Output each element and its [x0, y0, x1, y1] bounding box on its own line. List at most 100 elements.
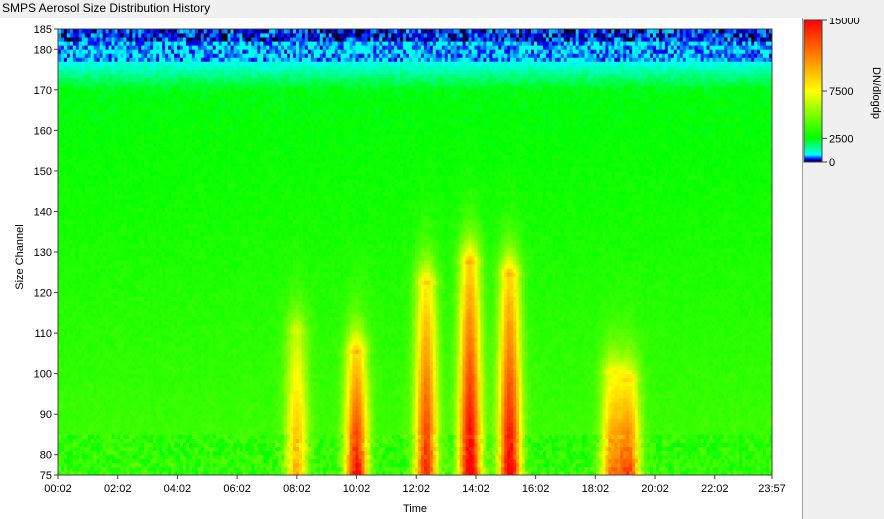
heatmap-cell — [67, 57, 70, 61]
heatmap-cell — [91, 280, 94, 284]
heatmap-cell — [82, 439, 85, 443]
heatmap-cell — [171, 459, 174, 463]
heatmap-cell — [120, 114, 123, 118]
heatmap-cell — [106, 256, 109, 260]
heatmap-cell — [189, 118, 192, 122]
heatmap-cell — [109, 138, 112, 142]
heatmap-cell — [165, 467, 168, 471]
heatmap-cell — [88, 94, 91, 98]
heatmap-cell — [106, 33, 109, 37]
heatmap-cell — [138, 329, 141, 333]
heatmap-cell — [67, 280, 70, 284]
heatmap-cell — [189, 272, 192, 276]
heatmap-cell — [112, 74, 115, 78]
heatmap-cell — [103, 374, 106, 378]
heatmap-cell — [88, 297, 91, 301]
heatmap-cell — [138, 374, 141, 378]
heatmap-cell — [126, 94, 129, 98]
heatmap-cell — [141, 207, 144, 211]
heatmap-cell — [109, 434, 112, 438]
heatmap-cell — [79, 151, 82, 155]
heatmap-cell — [109, 207, 112, 211]
heatmap-cell — [162, 293, 165, 297]
heatmap-cell — [109, 102, 112, 106]
heatmap-cell — [159, 29, 162, 33]
heatmap-cell — [171, 434, 174, 438]
heatmap-cell — [94, 110, 97, 114]
heatmap-cell — [156, 353, 159, 357]
heatmap-cell — [141, 353, 144, 357]
heatmap-cell — [150, 353, 153, 357]
heatmap-cell — [64, 439, 67, 443]
heatmap-cell — [189, 284, 192, 288]
heatmap-cell — [180, 240, 183, 244]
heatmap-cell — [61, 309, 64, 313]
heatmap-cell — [183, 293, 186, 297]
heatmap-cell — [189, 207, 192, 211]
heatmap-cell — [150, 317, 153, 321]
heatmap-cell — [135, 195, 138, 199]
heatmap-cell — [73, 41, 76, 45]
heatmap-cell — [120, 220, 123, 224]
heatmap-cell — [112, 130, 115, 134]
heatmap-cell — [58, 248, 61, 252]
heatmap-cell — [171, 163, 174, 167]
heatmap-cell — [138, 199, 141, 203]
heatmap-cell — [177, 459, 180, 463]
heatmap-cell — [150, 451, 153, 455]
heatmap-cell — [64, 264, 67, 268]
heatmap-cell — [183, 390, 186, 394]
heatmap-cell — [123, 224, 126, 228]
heatmap-cell — [97, 321, 100, 325]
heatmap-cell — [144, 390, 147, 394]
heatmap-cell — [138, 361, 141, 365]
heatmap-cell — [156, 370, 159, 374]
heatmap-cell — [144, 357, 147, 361]
heatmap-cell — [138, 183, 141, 187]
heatmap-cell — [73, 33, 76, 37]
heatmap-cell — [153, 430, 156, 434]
heatmap-cell — [94, 147, 97, 151]
heatmap-cell — [58, 45, 61, 49]
heatmap-cell — [79, 390, 82, 394]
heatmap-cell — [147, 447, 150, 451]
heatmap-cell — [189, 288, 192, 292]
heatmap-cell — [64, 163, 67, 167]
heatmap-cell — [100, 195, 103, 199]
heatmap-cell — [150, 57, 153, 61]
heatmap-cell — [135, 228, 138, 232]
heatmap-cell — [94, 268, 97, 272]
heatmap-cell — [67, 447, 70, 451]
heatmap-cell — [64, 284, 67, 288]
heatmap-cell — [165, 138, 168, 142]
heatmap-cell — [189, 398, 192, 402]
heatmap-cell — [147, 341, 150, 345]
heatmap-cell — [88, 357, 91, 361]
heatmap-cell — [141, 216, 144, 220]
heatmap-cell — [180, 167, 183, 171]
heatmap-cell — [106, 288, 109, 292]
heatmap-cell — [156, 163, 159, 167]
heatmap-cell — [159, 268, 162, 272]
heatmap-cell — [174, 309, 177, 313]
heatmap-cell — [120, 252, 123, 256]
heatmap-cell — [153, 70, 156, 74]
heatmap-cell — [73, 293, 76, 297]
heatmap-cell — [174, 33, 177, 37]
heatmap-cell — [165, 394, 168, 398]
heatmap-cell — [192, 447, 195, 451]
heatmap-cell — [58, 341, 61, 345]
heatmap-cell — [177, 455, 180, 459]
heatmap-cell — [73, 430, 76, 434]
heatmap-cell — [177, 90, 180, 94]
heatmap-cell — [123, 171, 126, 175]
heatmap-cell — [126, 82, 129, 86]
heatmap-cell — [126, 357, 129, 361]
heatmap-cell — [183, 256, 186, 260]
heatmap-cell — [109, 78, 112, 82]
heatmap-cell — [120, 98, 123, 102]
heatmap-cell — [61, 463, 64, 467]
heatmap-cell — [58, 325, 61, 329]
heatmap-cell — [186, 288, 189, 292]
heatmap-cell — [177, 422, 180, 426]
